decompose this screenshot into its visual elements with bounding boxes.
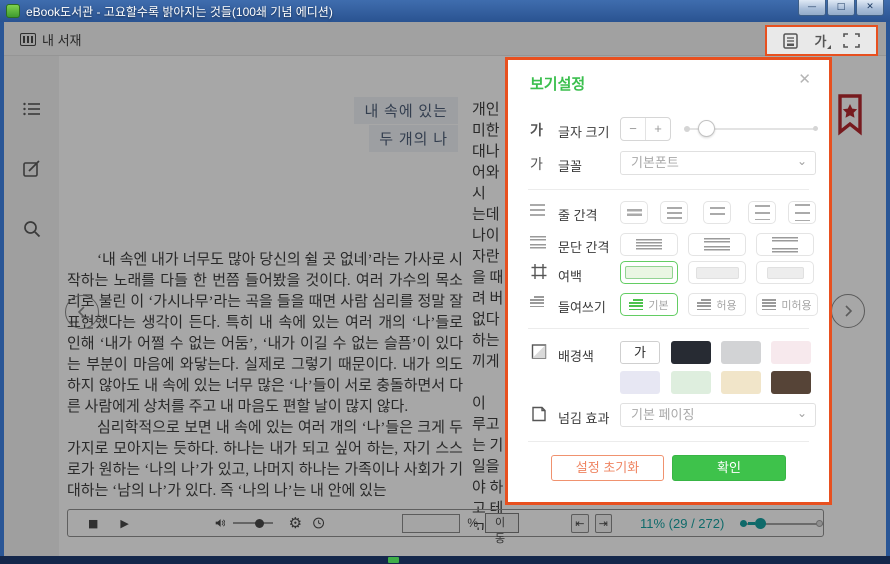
font-family-value: 기본폰트 (631, 155, 679, 170)
indent-option-label: 기본 (648, 297, 668, 313)
bg-swatch-label: 가 (634, 345, 646, 360)
line-spacing-option-3[interactable] (703, 201, 731, 224)
bg-color-swatch-dark[interactable] (671, 341, 711, 364)
bg-color-swatch-pink[interactable] (771, 341, 811, 364)
indent-label: 들여쓰기 (558, 297, 606, 316)
taskbar-strip (0, 556, 890, 564)
chevron-down-icon: ⌄ (797, 402, 807, 424)
indent-icon (530, 296, 544, 307)
page-turn-effect-select[interactable]: 기본 페이징 ⌄ (620, 403, 816, 427)
paragraph-spacing-option-1[interactable] (620, 233, 678, 256)
bg-color-swatch-cream[interactable] (721, 371, 761, 394)
page-turn-effect-label: 넘김 효과 (558, 408, 609, 427)
bg-color-swatch-lavender[interactable] (620, 371, 660, 394)
maximize-button[interactable]: □ (827, 0, 855, 16)
background-color-icon (530, 344, 548, 359)
slider-max-dot (813, 126, 818, 131)
bg-color-swatch-gray[interactable] (721, 341, 761, 364)
page-turn-effect-value: 기본 페이징 (631, 407, 694, 422)
view-tools-highlight-box: 가 (765, 25, 878, 56)
line-spacing-option-4[interactable] (748, 201, 776, 224)
indent-option-label: 허용 (716, 297, 736, 313)
margin-label: 여백 (558, 266, 582, 285)
font-size-icon: 가 (530, 120, 548, 140)
font-family-icon: 가 (530, 154, 548, 174)
background-color-label: 배경색 (558, 346, 594, 365)
indent-option-default-selected[interactable]: 기본 (620, 293, 678, 316)
paragraph-spacing-option-3[interactable] (756, 233, 814, 256)
dialog-close-icon[interactable]: ✕ (798, 70, 811, 88)
indent-default-icon (629, 299, 643, 310)
font-family-label: 글꼴 (558, 156, 582, 175)
dialog-title: 보기설정 (530, 73, 585, 94)
margin-option-3[interactable] (756, 261, 814, 284)
font-size-stepper: − + (620, 117, 671, 141)
app-logo-icon (6, 4, 20, 18)
indent-disallow-icon (762, 299, 776, 310)
indent-allow-icon (697, 299, 711, 310)
bg-color-swatch-white[interactable]: 가 (620, 341, 660, 364)
close-button[interactable]: ✕ (856, 0, 884, 16)
window-controls: — □ ✕ (798, 0, 884, 16)
margin-option-2[interactable] (688, 261, 746, 284)
line-spacing-option-5[interactable] (788, 201, 816, 224)
font-size-label: 글자 크기 (558, 122, 609, 141)
page-view-icon[interactable] (783, 33, 798, 49)
window-title: eBook도서관 - 고요할수록 밝아지는 것들(100쇄 기념 에디션) (26, 3, 333, 20)
paragraph-spacing-option-2[interactable] (688, 233, 746, 256)
fullscreen-icon[interactable] (843, 33, 860, 48)
paragraph-spacing-label: 문단 간격 (558, 237, 609, 256)
font-size-increase-button[interactable]: + (646, 118, 670, 140)
indent-option-label: 미허용 (781, 297, 811, 313)
titlebar: eBook도서관 - 고요할수록 밝아지는 것들(100쇄 기념 에디션) — … (0, 0, 890, 22)
font-family-select[interactable]: 기본폰트 ⌄ (620, 151, 816, 175)
line-spacing-label: 줄 간격 (558, 205, 598, 224)
paragraph-spacing-icon (530, 236, 548, 249)
margin-option-1-selected[interactable] (620, 261, 678, 284)
font-size-slider-knob[interactable] (698, 120, 715, 137)
font-size-decrease-button[interactable]: − (621, 118, 646, 140)
indent-option-disallow[interactable]: 미허용 (756, 293, 818, 316)
minimize-button[interactable]: — (798, 0, 826, 16)
divider (528, 189, 809, 190)
bg-color-swatch-green[interactable] (671, 371, 711, 394)
line-spacing-option-2[interactable] (660, 201, 688, 224)
chevron-down-icon: ⌄ (797, 150, 807, 172)
view-settings-dialog: 보기설정 ✕ 가 글자 크기 − + 가 글꼴 기본폰트 ⌄ (505, 57, 832, 505)
indent-option-allow[interactable]: 허용 (688, 293, 746, 316)
app-content: 내 서재 내 속에 있는 두 개의 나 ‘내 속엔 내가 너무도 많아 당 (4, 22, 886, 556)
margin-icon (530, 264, 548, 279)
bg-color-swatch-brown[interactable] (771, 371, 811, 394)
reset-settings-button[interactable]: 설정 초기화 (551, 455, 664, 481)
slider-min-dot (684, 126, 690, 132)
line-spacing-option-1[interactable] (620, 201, 648, 224)
font-settings-icon[interactable]: 가 (815, 31, 827, 50)
taskbar-app-indicator (388, 557, 399, 563)
page-turn-effect-icon (530, 406, 548, 422)
font-size-slider[interactable] (686, 128, 816, 130)
app-window: eBook도서관 - 고요할수록 밝아지는 것들(100쇄 기념 에디션) — … (0, 0, 890, 564)
divider (528, 441, 809, 442)
confirm-button[interactable]: 확인 (672, 455, 786, 481)
divider (528, 328, 809, 329)
line-spacing-icon (530, 204, 545, 218)
